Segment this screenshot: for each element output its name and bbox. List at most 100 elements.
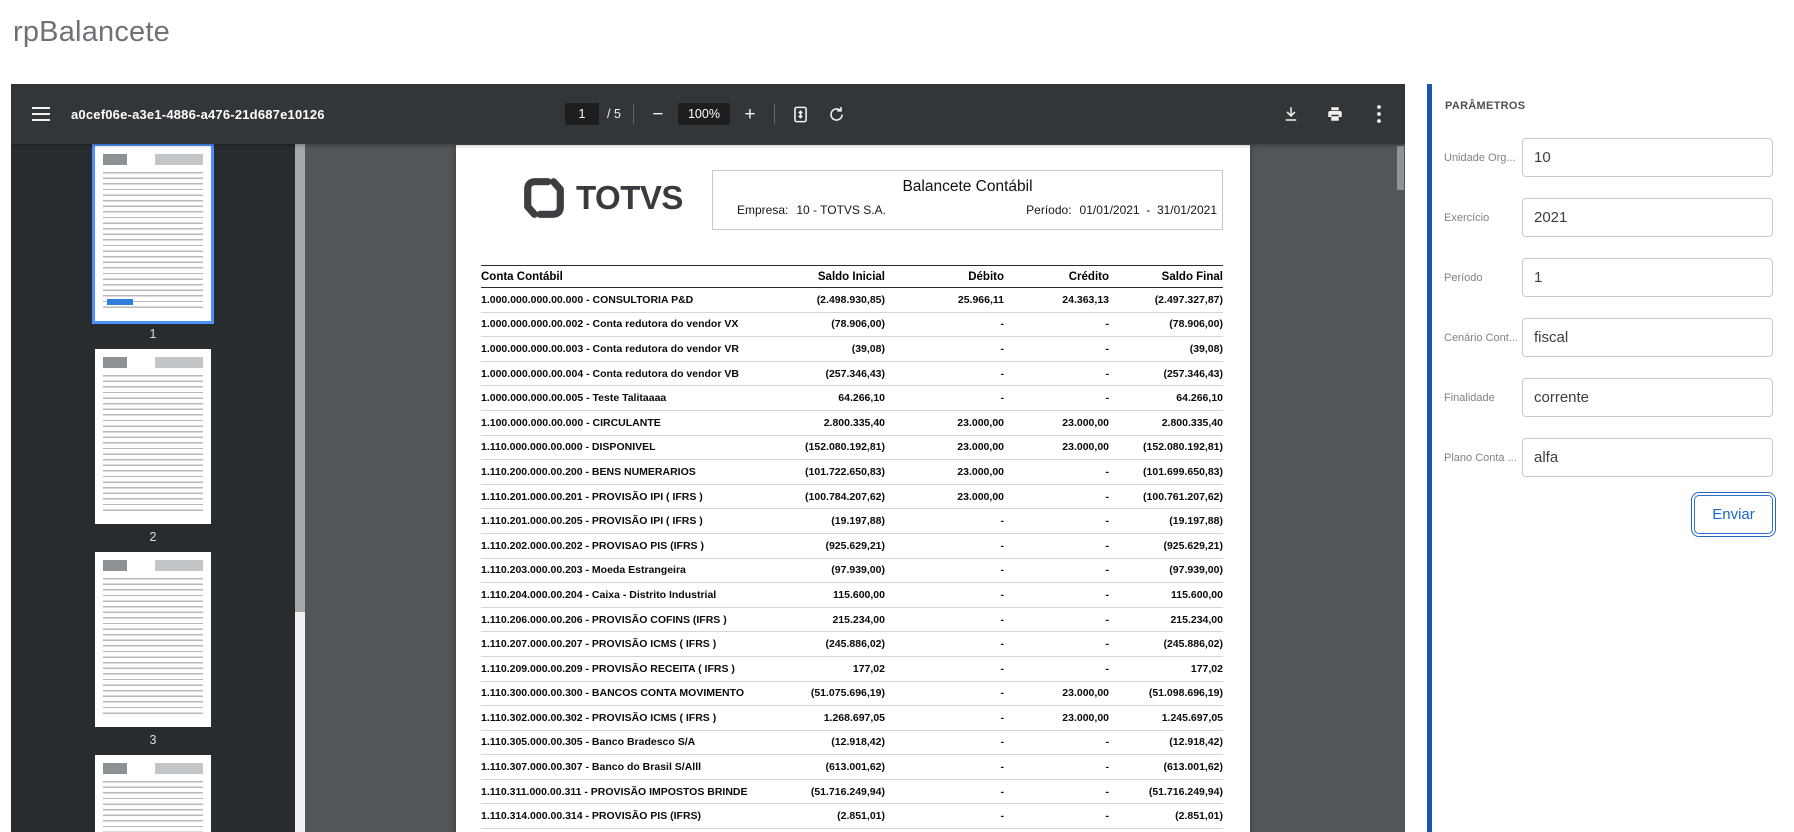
fit-page-button[interactable] xyxy=(787,100,815,128)
table-cell: (12.918,42) xyxy=(1169,736,1223,749)
more-options-button[interactable] xyxy=(1365,100,1393,128)
table-cell: - xyxy=(1105,662,1110,675)
table-row: 1.110.300.000.00.300 - BANCOS CONTA MOVI… xyxy=(481,682,1223,707)
table-row: 1.110.200.000.00.200 - BENS NUMERARIOS (1… xyxy=(481,460,1223,485)
table-cell: - xyxy=(1105,392,1110,405)
table-cell: 177,02 xyxy=(1190,662,1223,675)
table-header-cell: Saldo Inicial xyxy=(817,270,885,283)
parameter-field: Período xyxy=(1444,258,1773,297)
table-row: 1.110.201.000.00.205 - PROVISÃO IPI ( IF… xyxy=(481,509,1223,534)
table-cell: (51.716.249,94) xyxy=(1148,785,1223,798)
hamburger-icon xyxy=(32,107,50,121)
page-thumbnail[interactable] xyxy=(95,552,211,727)
parameter-input[interactable] xyxy=(1522,438,1773,477)
zoom-in-button[interactable]: + xyxy=(738,102,762,126)
thumbnail-item[interactable]: 1 xyxy=(92,144,214,349)
table-cell: (101.722.650,83) xyxy=(805,465,885,478)
table-cell: - xyxy=(1000,588,1005,601)
parameter-field: Unidade Org... xyxy=(1444,138,1773,177)
table-cell: (101.699.650,83) xyxy=(1143,465,1223,478)
table-cell: (51.075.696,19) xyxy=(810,687,885,700)
table-cell: 1.110.203.000.00.203 - Moeda Estrangeira xyxy=(481,564,686,577)
table-cell: (78.906,00) xyxy=(1169,318,1223,331)
zoom-out-button[interactable]: − xyxy=(646,102,670,126)
table-cell: 1.000.000.000.00.000 - CONSULTORIA P&D xyxy=(481,293,694,306)
rotate-button[interactable] xyxy=(823,100,851,128)
table-cell: 2.800.335,40 xyxy=(1161,416,1223,429)
table-cell: 1.110.200.000.00.200 - BENS NUMERARIOS xyxy=(481,465,696,478)
table-cell: - xyxy=(1105,761,1110,774)
thumbnail-page-number: 2 xyxy=(149,530,157,544)
submit-button[interactable]: Enviar xyxy=(1691,492,1776,537)
table-row: 1.110.305.000.00.305 - Banco Bradesco S/… xyxy=(481,731,1223,756)
page-thumbnail[interactable] xyxy=(95,755,211,832)
table-cell: - xyxy=(1105,465,1110,478)
menu-icon[interactable] xyxy=(27,100,55,128)
page-number-input[interactable] xyxy=(565,103,600,125)
table-row: 1.110.207.000.00.207 - PROVISÃO ICMS ( I… xyxy=(481,632,1223,657)
table-cell: (100.761.207,62) xyxy=(1143,490,1223,503)
table-row: 1.000.000.000.00.003 - Conta redutora do… xyxy=(481,337,1223,362)
download-button[interactable] xyxy=(1277,100,1305,128)
table-cell: - xyxy=(1000,711,1005,724)
thumbnail-preview-lines xyxy=(103,781,203,832)
viewer-scrollbar[interactable] xyxy=(1396,144,1405,832)
thumbnail-item[interactable]: 2 xyxy=(95,349,211,552)
viewer-body: 1234 TOTVS Balancete Contábil Empre xyxy=(11,144,1405,832)
page-thumbnail[interactable] xyxy=(95,349,211,524)
parameter-field: Plano Conta ... xyxy=(1444,438,1773,477)
table-cell: - xyxy=(1000,318,1005,331)
print-icon xyxy=(1328,107,1342,121)
table-cell: (19.197,88) xyxy=(831,515,885,528)
table-cell: - xyxy=(1000,367,1005,380)
thumbnail-preview xyxy=(103,763,203,774)
zoom-level-input[interactable] xyxy=(677,103,730,125)
table-header-cell: Débito xyxy=(968,270,1004,283)
table-cell: - xyxy=(1000,662,1005,675)
table-cell: - xyxy=(1000,736,1005,749)
thumbnail-page-number: 3 xyxy=(149,733,157,747)
parameter-label: Plano Conta ... xyxy=(1444,451,1517,464)
table-cell: (257.346,43) xyxy=(825,367,885,380)
table-cell: (2.851,01) xyxy=(1175,810,1223,823)
thumbnail-item[interactable]: 4 xyxy=(95,755,211,832)
rotate-icon xyxy=(830,106,844,121)
parameter-label: Finalidade xyxy=(1444,391,1495,404)
table-cell: 1.110.307.000.00.307 - Banco do Brasil S… xyxy=(481,761,702,774)
table-cell: 1.245.697,05 xyxy=(1161,711,1223,724)
parameter-input[interactable] xyxy=(1522,138,1773,177)
parameter-input[interactable] xyxy=(1522,258,1773,297)
page-thumbnail[interactable] xyxy=(92,144,214,324)
viewer-scrollbar-thumb[interactable] xyxy=(1397,146,1404,190)
table-cell: 1.110.204.000.00.204 - Caixa - Distrito … xyxy=(481,588,717,601)
thumbnail-item[interactable]: 3 xyxy=(95,552,211,755)
sidebar-scrollbar[interactable] xyxy=(295,144,305,832)
thumbnail-preview-lines xyxy=(103,578,203,715)
table-cell: 23.000,00 xyxy=(1062,711,1109,724)
table-cell: (19.197,88) xyxy=(1169,515,1223,528)
table-cell: - xyxy=(1000,761,1005,774)
table-cell: 23.000,00 xyxy=(957,490,1004,503)
sidebar-scrollbar-thumb[interactable] xyxy=(295,144,305,612)
table-cell: 115.600,00 xyxy=(833,588,885,601)
table-cell: - xyxy=(1000,638,1005,651)
parameter-input[interactable] xyxy=(1522,318,1773,357)
print-button[interactable] xyxy=(1321,100,1349,128)
table-body: 1.000.000.000.00.000 - CONSULTORIA P&D (2… xyxy=(481,288,1223,832)
thumbnail-preview xyxy=(103,357,203,368)
table-cell: 1.110.311.000.00.311 - PROVISÃO IMPOSTOS… xyxy=(481,785,748,798)
table-cell: 64.266,10 xyxy=(838,392,885,405)
totvs-logo-text: TOTVS xyxy=(576,179,683,216)
parameter-input[interactable] xyxy=(1522,198,1773,237)
table-cell: - xyxy=(1105,539,1110,552)
table-cell: 215.234,00 xyxy=(1170,613,1223,626)
table-row: 1.110.201.000.00.201 - PROVISÃO IPI ( IF… xyxy=(481,485,1223,510)
table-cell: - xyxy=(1000,564,1005,577)
table-cell: 23.000,00 xyxy=(1062,441,1109,454)
thumbnail-preview-lines xyxy=(103,375,203,512)
report-company: Empresa: 10 - TOTVS S.A. xyxy=(737,203,886,217)
parameter-input[interactable] xyxy=(1522,378,1773,417)
parameters-title: PARÂMETROS xyxy=(1445,100,1526,112)
table-row: 1.110.206.000.00.206 - PROVISÃO COFINS (… xyxy=(481,608,1223,633)
table-cell: (245.886,02) xyxy=(1163,638,1223,651)
